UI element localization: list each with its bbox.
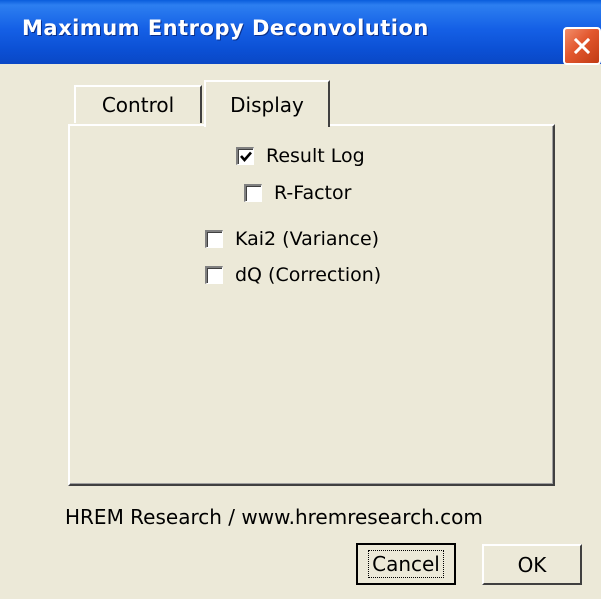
- title-bar[interactable]: Maximum Entropy Deconvolution: [0, 0, 601, 65]
- r-factor-checkbox[interactable]: [244, 184, 262, 202]
- credit-text: HREM Research / www.hremresearch.com: [65, 505, 483, 529]
- result-log-label: Result Log: [266, 145, 365, 167]
- tab-control-label: Control: [101, 93, 175, 117]
- kai2-label: Kai2 (Variance): [235, 228, 380, 250]
- display-tab-panel: Result Log R-Factor Kai2 (Variance) dQ (…: [68, 124, 555, 486]
- dialog-window: Maximum Entropy Deconvolution Control Di…: [0, 0, 601, 599]
- cancel-button-label: Cancel: [368, 550, 444, 578]
- close-button[interactable]: [563, 27, 601, 65]
- dq-checkbox[interactable]: [205, 266, 223, 284]
- cancel-button[interactable]: Cancel: [356, 543, 456, 585]
- dq-option[interactable]: dQ (Correction): [205, 264, 381, 286]
- result-log-checkbox[interactable]: [236, 147, 254, 165]
- tab-control[interactable]: Control: [74, 85, 202, 123]
- ok-button[interactable]: OK: [482, 544, 582, 585]
- kai2-checkbox[interactable]: [205, 230, 223, 248]
- close-icon: [573, 37, 591, 55]
- r-factor-option[interactable]: R-Factor: [244, 182, 351, 204]
- ok-button-label: OK: [517, 552, 547, 577]
- checkmark-icon: [239, 151, 252, 162]
- window-title: Maximum Entropy Deconvolution: [22, 16, 429, 40]
- result-log-option[interactable]: Result Log: [236, 145, 365, 167]
- tab-display[interactable]: Display: [204, 80, 330, 127]
- dq-label: dQ (Correction): [235, 264, 382, 286]
- r-factor-label: R-Factor: [274, 182, 352, 204]
- tab-display-label: Display: [230, 92, 304, 117]
- kai2-option[interactable]: Kai2 (Variance): [205, 228, 379, 250]
